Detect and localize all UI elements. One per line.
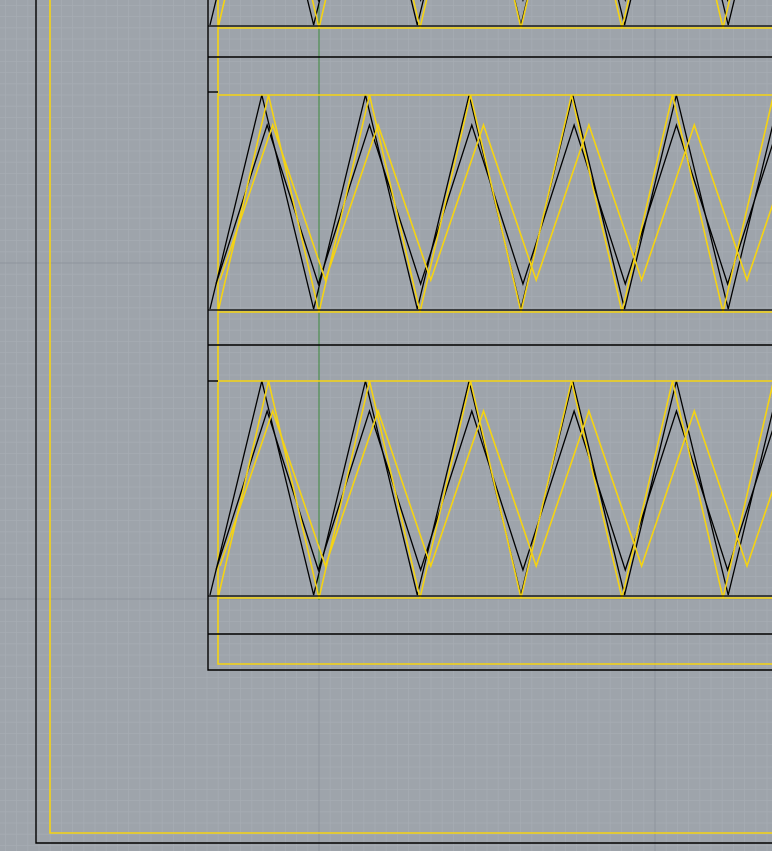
viewport-drawing[interactable] [0,0,772,851]
viewport-canvas[interactable] [0,0,772,851]
